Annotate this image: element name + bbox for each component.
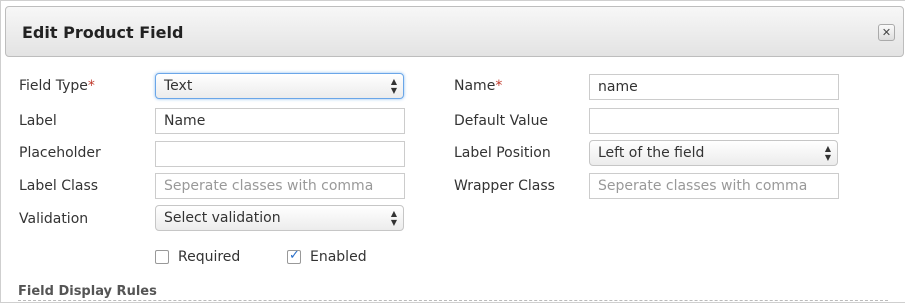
label-class-label: Label Class [19, 178, 99, 194]
checkmark-icon: ✓ [289, 248, 300, 263]
validation-label: Validation [19, 211, 89, 227]
name-input[interactable]: name [589, 74, 839, 100]
select-arrows-icon: ▲ ▼ [390, 209, 397, 227]
name-label-text: Name [454, 78, 496, 94]
name-label: Name* [454, 78, 502, 94]
enabled-checkbox-label: Enabled [310, 249, 367, 265]
wrapper-class-label: Wrapper Class [454, 178, 555, 194]
placeholder-label: Placeholder [19, 145, 101, 161]
section-divider [18, 300, 888, 301]
validation-value: Select validation [164, 210, 281, 226]
field-type-label-text: Field Type [19, 78, 88, 94]
validation-select[interactable]: Select validation ▲ ▼ [155, 205, 404, 231]
wrapper-class-input[interactable]: Seperate classes with comma [589, 173, 839, 199]
dialog-titlebar: Edit Product Field ✕ [5, 6, 904, 57]
required-marker: * [495, 78, 503, 94]
field-type-select[interactable]: Text ▲ ▼ [155, 73, 404, 99]
label-input[interactable]: Name [155, 108, 405, 134]
close-icon[interactable]: ✕ [878, 24, 895, 41]
label-class-input[interactable]: Seperate classes with comma [155, 173, 405, 199]
label-position-select[interactable]: Left of the field ▲ ▼ [589, 140, 838, 166]
edit-product-field-dialog: Edit Product Field ✕ Field Type* Text ▲ ▼… [0, 0, 905, 303]
select-arrows-icon: ▲ ▼ [390, 77, 397, 95]
field-type-label: Field Type* [19, 78, 95, 94]
label-label: Label [19, 113, 57, 129]
placeholder-input[interactable] [155, 141, 405, 167]
dialog-title: Edit Product Field [22, 23, 184, 42]
enabled-checkbox[interactable]: ✓ [287, 248, 301, 264]
field-type-value: Text [164, 78, 193, 94]
required-checkbox[interactable] [155, 250, 169, 264]
required-marker: * [87, 78, 95, 94]
default-value-input[interactable] [589, 108, 839, 134]
required-checkbox-label: Required [178, 249, 241, 265]
field-display-rules-heading: Field Display Rules [18, 284, 157, 299]
default-value-label: Default Value [454, 113, 549, 129]
select-arrows-icon: ▲ ▼ [824, 144, 831, 162]
label-position-label: Label Position [454, 145, 551, 161]
label-position-value: Left of the field [598, 145, 705, 161]
